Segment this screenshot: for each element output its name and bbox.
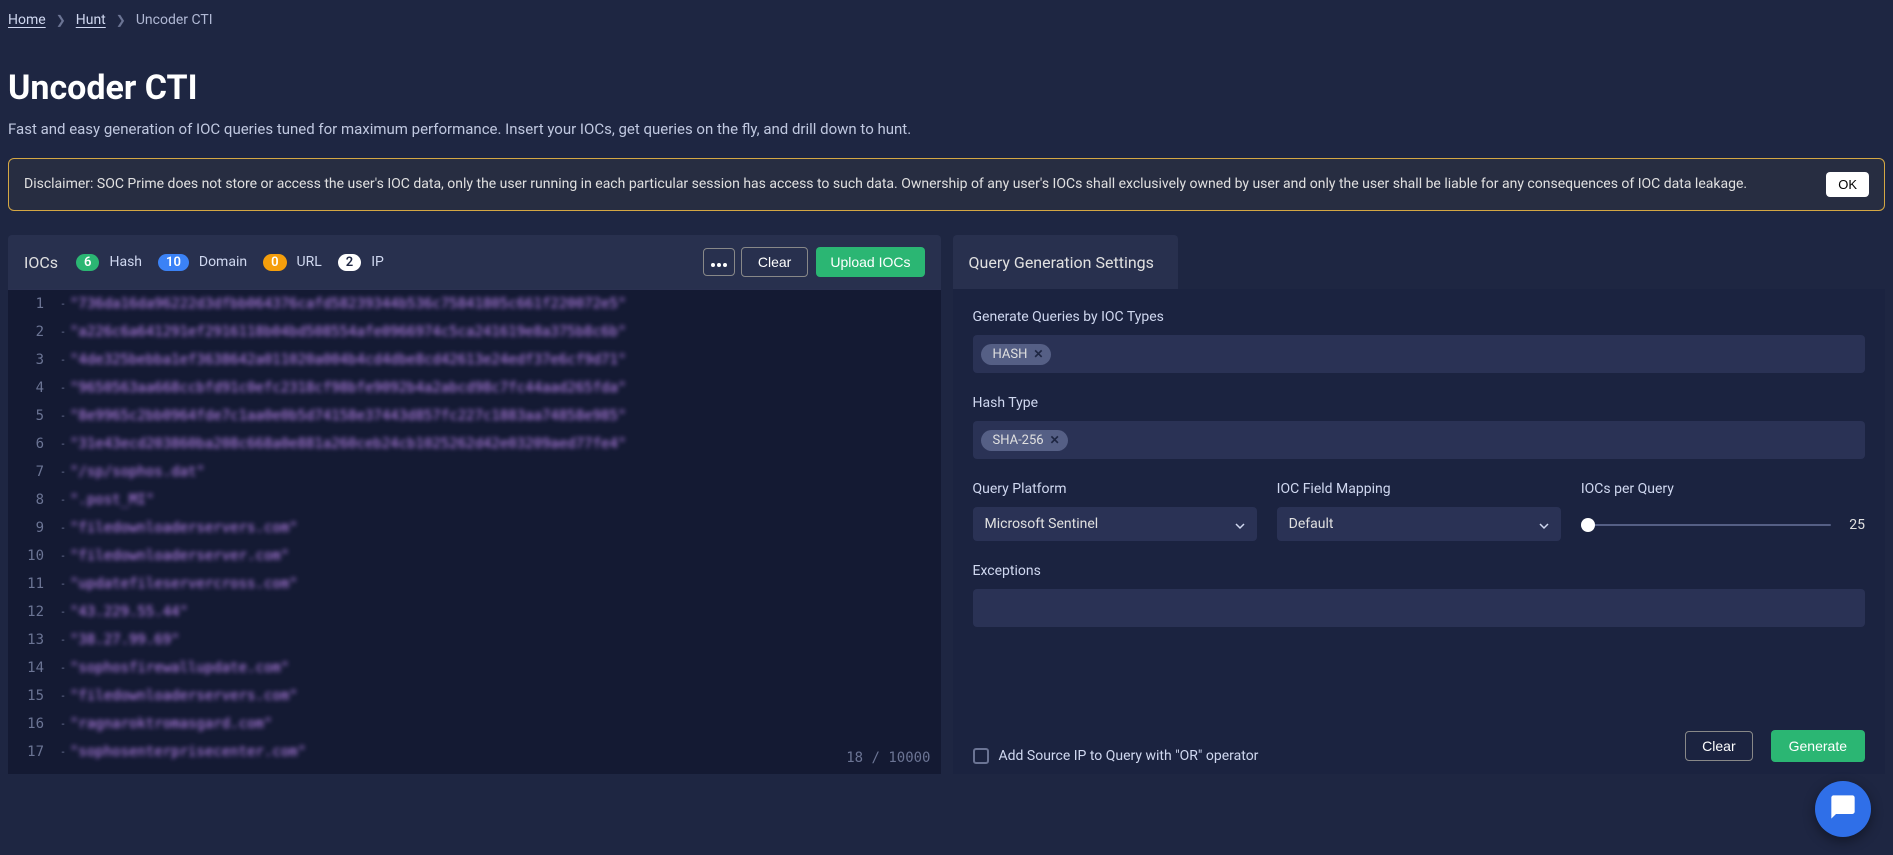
editor-line[interactable]: 3-"4de325bebba1ef3638642a011020a004b4cd4… [8, 346, 941, 374]
editor-line[interactable]: 13-"38.27.99.69" [8, 626, 941, 654]
more-icon [711, 255, 727, 270]
hash-type-chip-sha256[interactable]: SHA-256 ✕ [981, 430, 1068, 451]
ioc-types-label: Generate Queries by IOC Types [973, 309, 1866, 325]
settings-title: Query Generation Settings [969, 253, 1154, 272]
iocs-panel-header: IOCs 6 Hash 10 Domain 0 URL 2 IP Clear U… [8, 235, 941, 289]
iocs-per-query-value: 25 [1841, 517, 1865, 533]
editor-line[interactable]: 15-"filedownloaderservers.com" [8, 682, 941, 710]
remove-chip-icon[interactable]: ✕ [1050, 433, 1060, 447]
more-options-button[interactable] [703, 248, 735, 276]
exceptions-label: Exceptions [973, 563, 1866, 579]
editor-line[interactable]: 1-"736da16da96222d3dfbb064376cafd5823934… [8, 290, 941, 318]
chat-icon [1829, 793, 1857, 825]
disclaimer-text: Disclaimer: SOC Prime does not store or … [24, 174, 1806, 195]
hash-count-badge: 6 [76, 254, 99, 271]
ioc-type-badges: 6 Hash 10 Domain 0 URL 2 IP [76, 254, 394, 271]
chevron-right-icon: ❯ [56, 13, 66, 27]
editor-line[interactable]: 6-"31e43ecd203860ba208c668a0e881a260ceb2… [8, 430, 941, 458]
breadcrumb-hunt[interactable]: Hunt [76, 12, 106, 28]
generate-button[interactable]: Generate [1771, 730, 1865, 762]
editor-line[interactable]: 16-"ragnaroktromasgard.com" [8, 710, 941, 738]
domain-label: Domain [199, 254, 247, 270]
page-subtitle: Fast and easy generation of IOC queries … [8, 120, 1885, 138]
chat-fab[interactable] [1815, 781, 1871, 837]
iocs-per-query-slider[interactable] [1581, 524, 1831, 526]
page-title: Uncoder CTI [8, 68, 1885, 108]
breadcrumb-current: Uncoder CTI [136, 12, 213, 28]
url-label: URL [297, 254, 322, 270]
hash-type-label: Hash Type [973, 395, 1866, 411]
ioc-type-chip-hash[interactable]: HASH ✕ [981, 344, 1052, 365]
platform-select[interactable]: Microsoft Sentinel [973, 507, 1257, 541]
ioc-editor[interactable]: 1-"736da16da96222d3dfbb064376cafd5823934… [8, 289, 941, 774]
editor-line[interactable]: 2-"a226c6a641291ef2916118b04bd508554afe0… [8, 318, 941, 346]
editor-line[interactable]: 9-"filedownloaderservers.com" [8, 514, 941, 542]
editor-line[interactable]: 8-".post_MI" [8, 486, 941, 514]
settings-body: Generate Queries by IOC Types HASH ✕ Has… [953, 289, 1886, 774]
editor-line[interactable]: 10-"filedownloaderserver.com" [8, 542, 941, 570]
clear-iocs-button[interactable]: Clear [741, 247, 808, 277]
editor-line[interactable]: 11-"updatefileservercross.com" [8, 570, 941, 598]
upload-iocs-button[interactable]: Upload IOCs [816, 247, 924, 277]
disclaimer-ok-button[interactable]: OK [1826, 172, 1869, 197]
editor-line[interactable]: 5-"8e9965c2bb0964fde7c1aa0e0b5d74158e374… [8, 402, 941, 430]
url-count-badge: 0 [263, 254, 286, 271]
source-ip-checkbox-label: Add Source IP to Query with "OR" operato… [999, 748, 1259, 764]
platform-label: Query Platform [973, 481, 1257, 497]
domain-count-badge: 10 [158, 254, 189, 271]
chevron-down-icon [1235, 519, 1245, 529]
clear-settings-button[interactable]: Clear [1685, 731, 1752, 761]
editor-line[interactable]: 4-"9650563aa668ccbfd91c0efc2318cf98bfe90… [8, 374, 941, 402]
editor-line[interactable]: 14-"sophosfirewallupdate.com" [8, 654, 941, 682]
source-ip-checkbox[interactable] [973, 748, 989, 764]
mapping-label: IOC Field Mapping [1277, 481, 1561, 497]
ioc-counter: 18 / 10000 [846, 750, 930, 766]
settings-panel-header: Query Generation Settings [953, 235, 1178, 289]
editor-line[interactable]: 7-"/sp/sophos.dat" [8, 458, 941, 486]
chevron-down-icon [1539, 519, 1549, 529]
exceptions-input[interactable] [973, 589, 1866, 627]
mapping-select[interactable]: Default [1277, 507, 1561, 541]
per-query-label: IOCs per Query [1581, 481, 1865, 497]
hash-type-input[interactable]: SHA-256 ✕ [973, 421, 1866, 459]
breadcrumb: Home ❯ Hunt ❯ Uncoder CTI [8, 8, 1885, 44]
remove-chip-icon[interactable]: ✕ [1033, 347, 1043, 361]
disclaimer: Disclaimer: SOC Prime does not store or … [8, 158, 1885, 211]
editor-line[interactable]: 12-"43.229.55.44" [8, 598, 941, 626]
editor-line[interactable]: 17-"sophosenterprisecenter.com" [8, 738, 941, 766]
ioc-types-input[interactable]: HASH ✕ [973, 335, 1866, 373]
hash-label: Hash [109, 254, 142, 270]
chevron-right-icon: ❯ [116, 13, 126, 27]
breadcrumb-home[interactable]: Home [8, 12, 46, 28]
ip-label: IP [371, 254, 384, 270]
ip-count-badge: 2 [338, 254, 361, 271]
iocs-title: IOCs [24, 253, 58, 272]
